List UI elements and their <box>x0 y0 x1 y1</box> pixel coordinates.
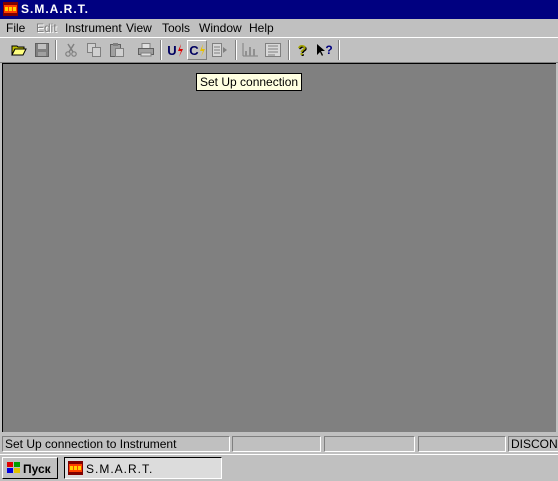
bar-graph-icon <box>242 43 258 57</box>
status-pane-3 <box>324 436 415 452</box>
smart-app-icon <box>68 461 83 475</box>
toolbar-separator <box>288 40 290 60</box>
toolbar-separator <box>235 40 237 60</box>
copy-icon <box>87 43 101 57</box>
whats-this-button[interactable]: ? <box>315 40 335 60</box>
cut-scissors-icon <box>65 43 77 57</box>
open-folder-icon <box>11 45 27 56</box>
status-bar: Set Up connection to Instrument DISCONNE… <box>0 434 558 454</box>
menu-help[interactable]: Help <box>249 21 274 35</box>
status-pane-4 <box>418 436 506 452</box>
open-button[interactable] <box>9 40 29 60</box>
toolbar-separator <box>160 40 162 60</box>
paste-clipboard-icon <box>110 43 124 57</box>
print-button[interactable] <box>136 40 156 60</box>
toolbar-separator <box>55 40 57 60</box>
current-label: C <box>189 42 199 58</box>
export-data-button[interactable] <box>210 40 230 60</box>
lightning-icon <box>177 43 183 57</box>
windows-logo-icon <box>7 462 20 473</box>
status-pane-2 <box>232 436 321 452</box>
toolbar-separator <box>338 40 340 60</box>
help-question-icon: ? <box>297 41 307 59</box>
save-disk-icon <box>35 43 49 57</box>
setup-connection-tooltip: Set Up connection <box>196 73 303 91</box>
pointer-arrow-icon <box>317 43 326 56</box>
report-list-icon <box>265 43 281 57</box>
taskbar: Пуск S.M.A.R.T. <box>0 454 558 481</box>
taskbar-app-label: S.M.A.R.T. <box>86 462 154 476</box>
menu-edit[interactable]: Edit <box>36 21 57 35</box>
toolbar: U C ? ? <box>0 37 558 63</box>
smart-app-icon[interactable] <box>3 2 18 16</box>
start-label: Пуск <box>23 462 51 476</box>
paste-button[interactable] <box>107 40 127 60</box>
menu-window[interactable]: Window <box>199 21 242 35</box>
start-button[interactable]: Пуск <box>2 457 58 479</box>
menu-bar: File Edit Instrument View Tools Window H… <box>0 19 558 37</box>
title-bar[interactable]: S.M.A.R.T. <box>0 0 558 19</box>
window-title: S.M.A.R.T. <box>21 2 90 16</box>
lightning-icon <box>199 43 205 57</box>
menu-view[interactable]: View <box>126 21 152 35</box>
taskbar-app-button[interactable]: S.M.A.R.T. <box>64 457 222 479</box>
menu-instrument[interactable]: Instrument <box>65 21 122 35</box>
save-button[interactable] <box>32 40 52 60</box>
menu-tools[interactable]: Tools <box>162 21 190 35</box>
printer-icon <box>138 43 154 57</box>
document-arrow-icon <box>212 43 227 57</box>
voltage-button[interactable]: U <box>165 40 185 60</box>
graph-button[interactable] <box>240 40 260 60</box>
status-message: Set Up connection to Instrument <box>2 436 230 452</box>
help-button[interactable]: ? <box>292 40 312 60</box>
whats-this-question-icon: ? <box>325 43 333 57</box>
menu-file[interactable]: File <box>6 21 25 35</box>
copy-button[interactable] <box>84 40 104 60</box>
mdi-client-area[interactable] <box>2 63 556 432</box>
voltage-label: U <box>167 42 177 58</box>
setup-connection-button[interactable]: C <box>187 40 207 60</box>
cut-button[interactable] <box>61 40 81 60</box>
connection-status: DISCONNECTED <box>508 436 558 452</box>
report-button[interactable] <box>263 40 283 60</box>
